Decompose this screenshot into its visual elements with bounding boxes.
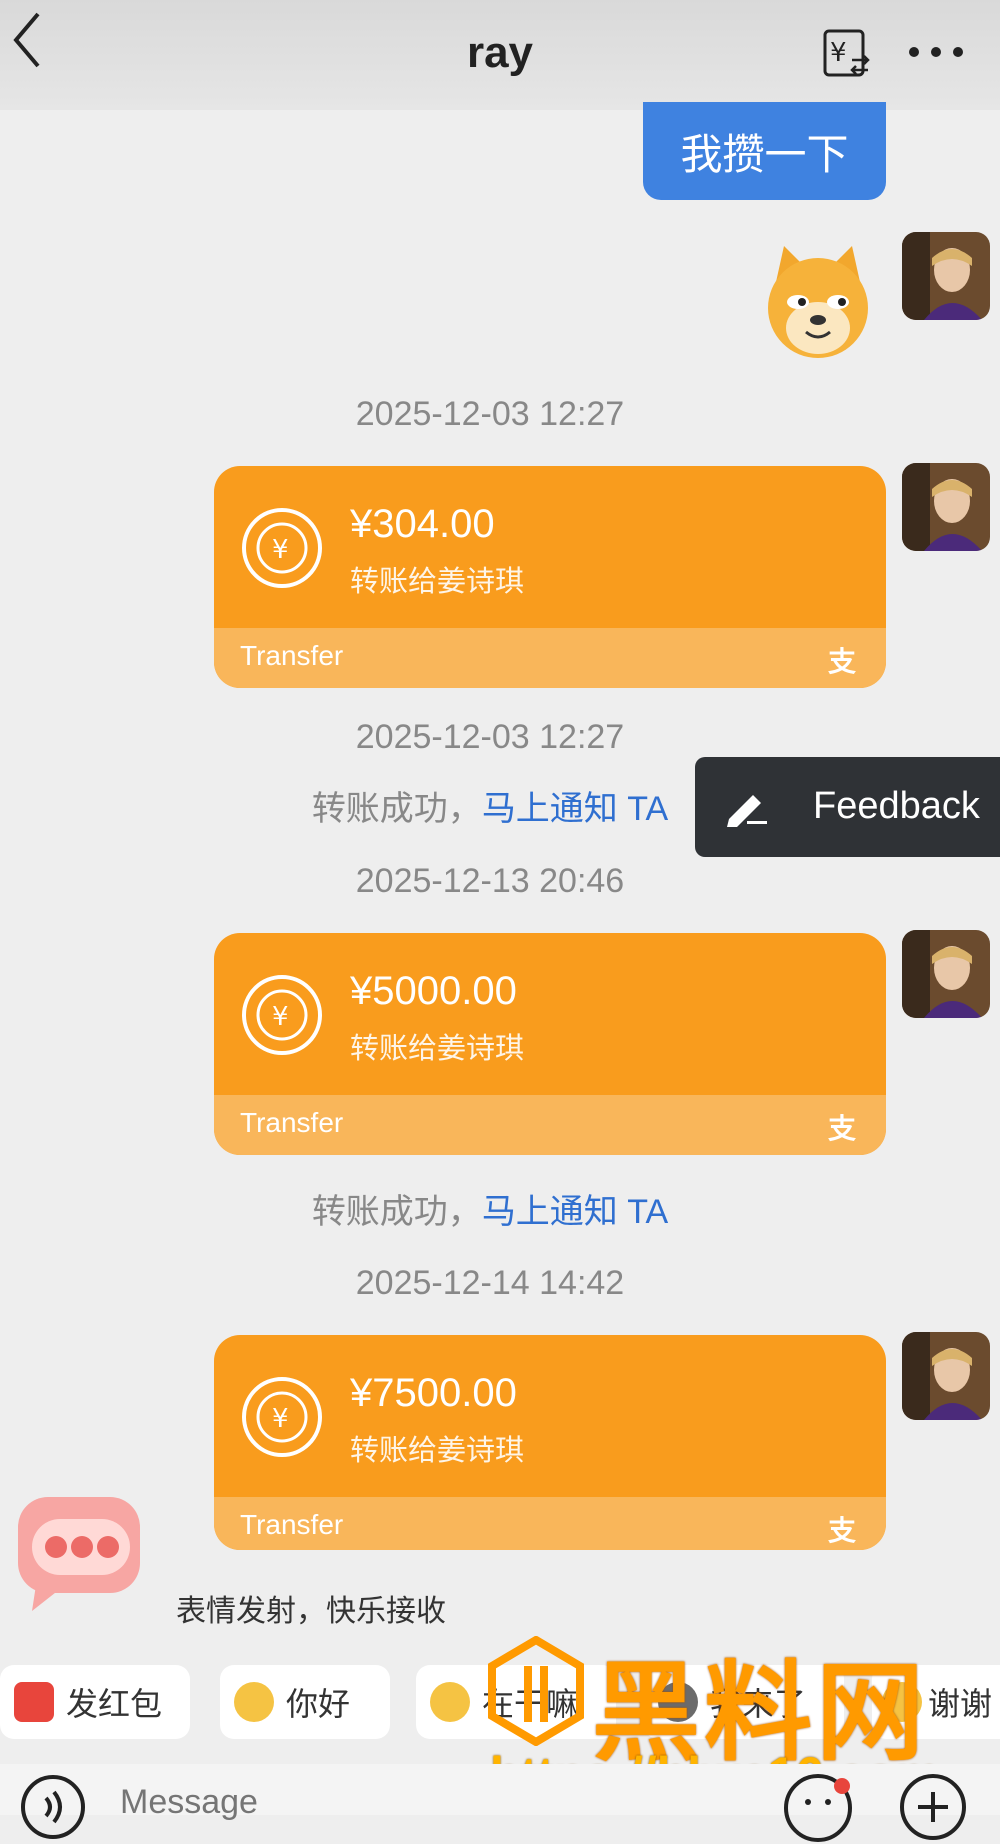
alipay-icon: 支 xyxy=(827,1515,856,1546)
transfer-recipient: 转账给姜诗琪 xyxy=(350,566,525,598)
chip-label: 你好 xyxy=(286,1686,351,1722)
notify-link[interactable]: 马上通知 TA xyxy=(482,1193,668,1231)
svg-text:¥: ¥ xyxy=(830,38,847,68)
outgoing-text-bubble[interactable]: 我攒一下 xyxy=(643,102,886,200)
transfer-footer-label: Transfer xyxy=(240,1509,344,1540)
more-options-icon[interactable] xyxy=(906,40,966,64)
transfer-recipient: 转账给姜诗琪 xyxy=(350,1435,525,1467)
transfer-card[interactable]: ¥ ¥304.00 转账给姜诗琪 Transfer 支 xyxy=(214,466,886,688)
curious-emoji-icon xyxy=(430,1682,470,1722)
transfer-card-footer: Transfer 支 xyxy=(214,1497,886,1550)
yuan-transfer-icon: ¥ xyxy=(242,508,322,588)
voice-icon[interactable] xyxy=(20,1774,86,1840)
avatar[interactable] xyxy=(902,930,990,1018)
transfer-amount: ¥7500.00 xyxy=(350,1371,517,1415)
doge-emoji-sticker[interactable] xyxy=(762,242,874,362)
transfer-amount: ¥5000.00 xyxy=(350,969,517,1013)
transfer-status-text: 转账成功， xyxy=(311,1193,482,1231)
transfer-recipient: 转账给姜诗琪 xyxy=(350,1033,525,1065)
transfer-footer-label: Transfer xyxy=(240,640,344,671)
chip-label: 发红包 xyxy=(66,1686,163,1722)
transfer-footer-label: Transfer xyxy=(240,1107,344,1138)
message-input-bar xyxy=(0,1764,1000,1842)
transfer-card-footer: Transfer 支 xyxy=(214,1095,886,1155)
emoji-launch-icon[interactable] xyxy=(14,1493,144,1613)
yuan-transfer-icon: ¥ xyxy=(242,975,322,1055)
yuan-transfer-icon: ¥ xyxy=(242,1377,322,1457)
svg-text:¥: ¥ xyxy=(272,1002,289,1032)
watermark-logo-icon xyxy=(488,1636,584,1746)
message-timestamp: 2025-12-14 14:42 xyxy=(355,1264,625,1302)
svg-text:¥: ¥ xyxy=(272,535,289,565)
feedback-label: Feedback xyxy=(813,785,980,827)
quick-reply-hello[interactable]: 你好 xyxy=(220,1665,390,1739)
transfer-yuan-icon[interactable]: ¥ xyxy=(822,28,872,80)
alipay-icon: 支 xyxy=(827,1113,856,1144)
notify-link[interactable]: 马上通知 TA xyxy=(482,790,668,828)
svg-text:¥: ¥ xyxy=(272,1404,289,1434)
chat-header: ray ¥ xyxy=(0,0,1000,110)
transfer-amount: ¥304.00 xyxy=(350,502,495,546)
alipay-icon: 支 xyxy=(827,646,856,677)
feedback-button[interactable]: Feedback xyxy=(695,757,1000,857)
plus-icon[interactable] xyxy=(898,1772,968,1842)
pencil-icon xyxy=(727,795,767,827)
transfer-card-footer: Transfer 支 xyxy=(214,628,886,688)
avatar[interactable] xyxy=(902,232,990,320)
transfer-status-text: 转账成功， xyxy=(311,790,482,828)
wave-emoji-icon xyxy=(234,1682,274,1722)
avatar[interactable] xyxy=(902,463,990,551)
message-timestamp: 2025-12-03 12:27 xyxy=(355,395,625,433)
message-input[interactable] xyxy=(118,1782,565,1823)
transfer-status: 转账成功，马上通知 TA xyxy=(0,1184,980,1233)
transfer-card[interactable]: ¥ ¥5000.00 转账给姜诗琪 Transfer 支 xyxy=(214,933,886,1155)
avatar[interactable] xyxy=(902,1332,990,1420)
transfer-card[interactable]: ¥ ¥7500.00 转账给姜诗琪 Transfer 支 xyxy=(214,1335,886,1550)
emoji-smile-icon[interactable] xyxy=(782,1772,854,1844)
message-timestamp: 2025-12-03 12:27 xyxy=(355,718,625,756)
emoji-launch-text: 表情发射，快乐接收 xyxy=(176,1595,446,1628)
quick-reply-red-packet[interactable]: 发红包 xyxy=(0,1665,190,1739)
red-packet-icon xyxy=(14,1682,54,1722)
chip-label: 谢谢 xyxy=(928,1686,993,1722)
message-timestamp: 2025-12-13 20:46 xyxy=(355,862,625,900)
